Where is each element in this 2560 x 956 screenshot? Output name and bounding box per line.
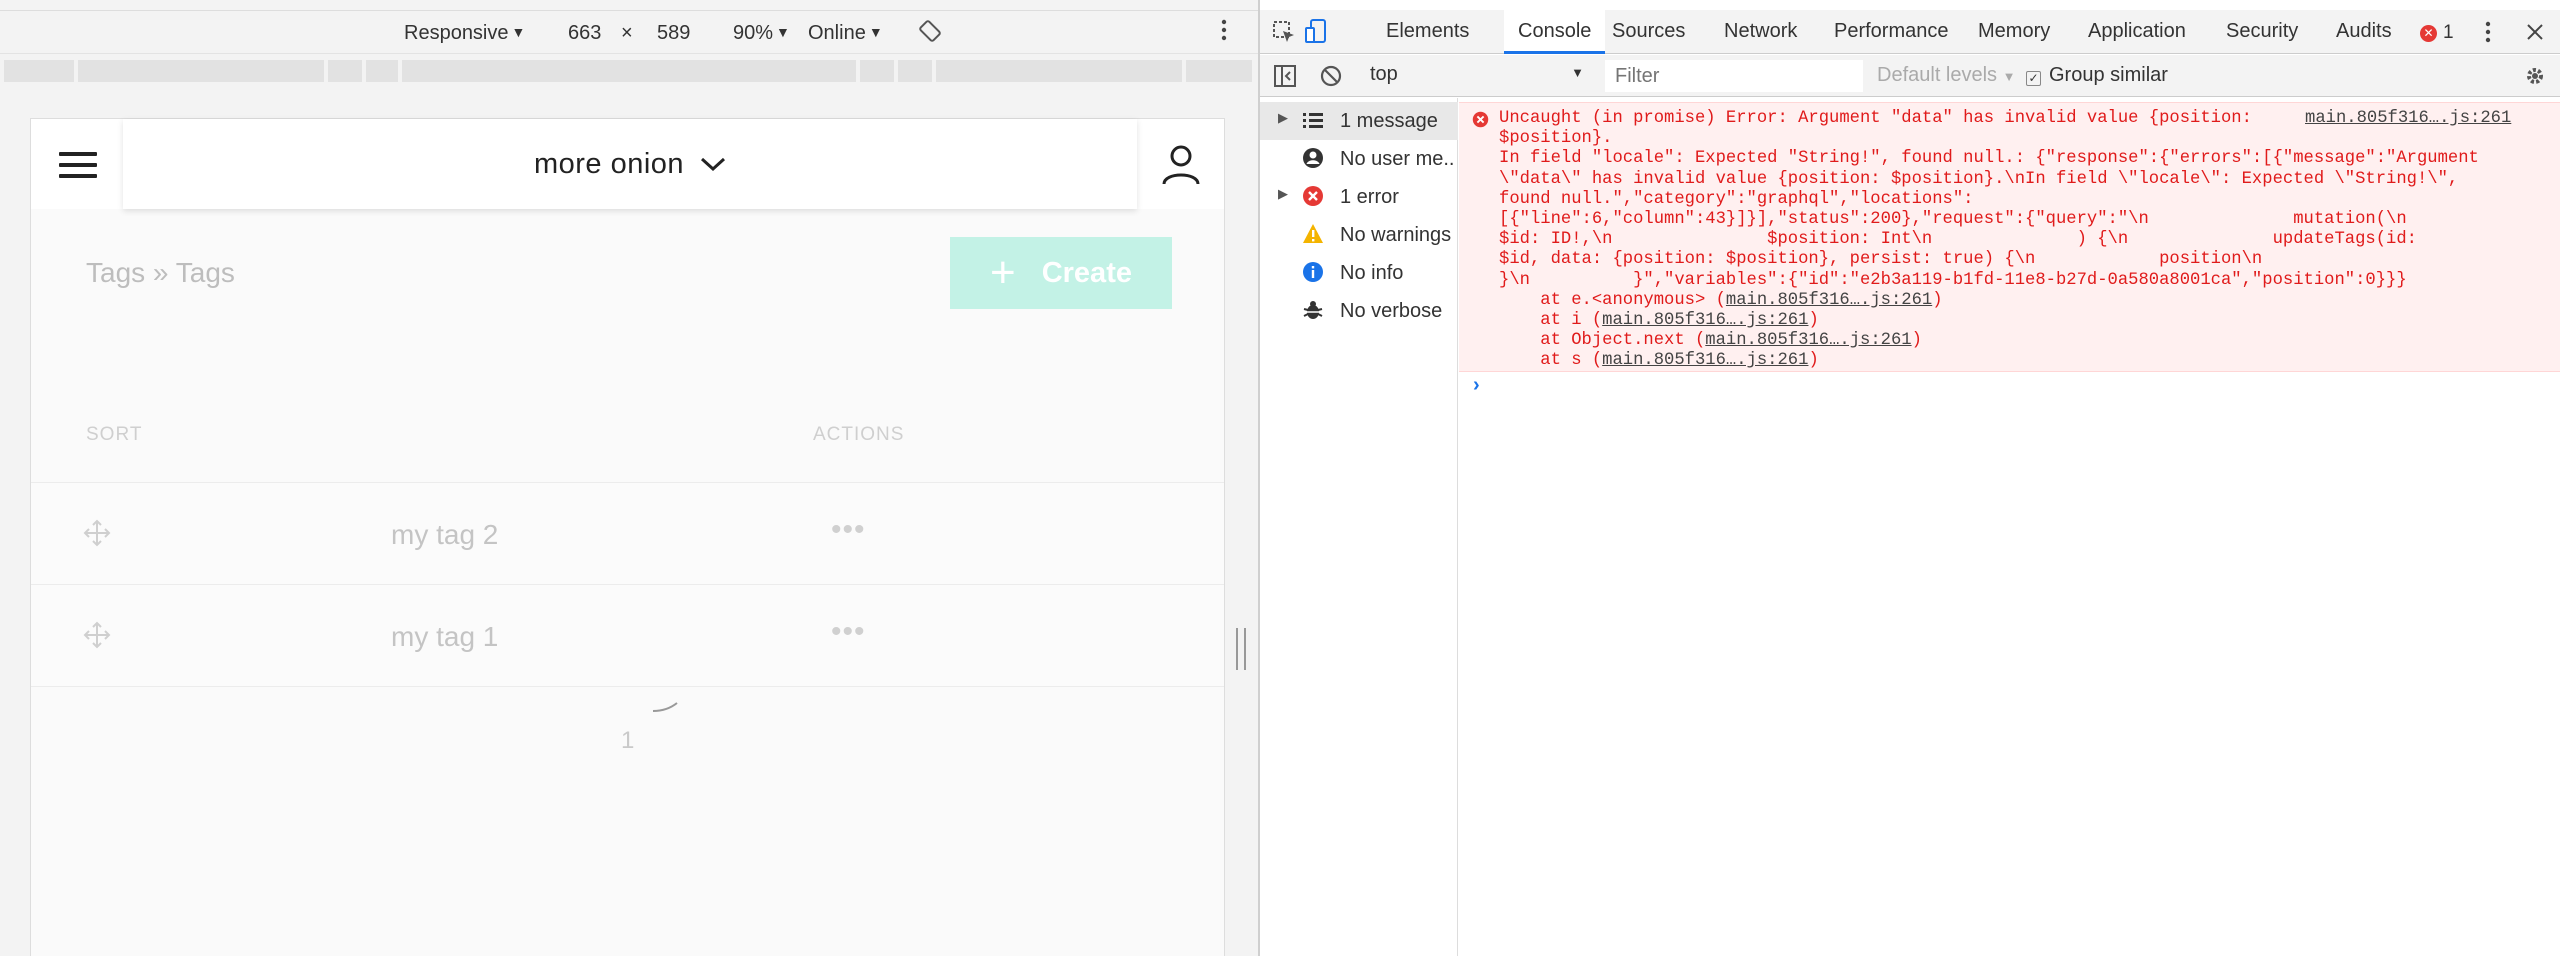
- stack-link[interactable]: main.805f316….js:261: [1602, 311, 1808, 330]
- sidebar-item-info[interactable]: No info: [1260, 254, 1458, 292]
- sidebar-item-label: 1 error: [1340, 186, 1399, 208]
- sidebar-item-warnings[interactable]: No warnings: [1260, 216, 1458, 254]
- source-link[interactable]: main.805f316….js:261: [2299, 109, 2512, 128]
- header-title: more onion: [533, 147, 685, 180]
- console-prompt[interactable]: ›: [1473, 374, 1480, 397]
- height-input[interactable]: 589: [657, 22, 690, 45]
- resize-handle[interactable]: [1236, 628, 1246, 670]
- expand-arrow-icon[interactable]: ▶: [1278, 186, 1288, 202]
- network-select[interactable]: Online ▼: [808, 22, 883, 45]
- console-sidebar: ▶ 1 message No user me... ▶ 1 error No w…: [1260, 98, 1458, 956]
- device-pane: Responsive ▼ 663 × 589 90% ▼ Online ▼ mo…: [0, 0, 1258, 956]
- tab-audits[interactable]: Audits: [2336, 20, 2392, 43]
- error-message: Uncaught (in promise) Error: Argument "d…: [1459, 102, 2560, 372]
- devtools-tabbar: Elements Console Sources Network Perform…: [1260, 10, 2560, 54]
- app-header: more onion: [31, 119, 1224, 209]
- screen: Responsive ▼ 663 × 589 90% ▼ Online ▼ mo…: [0, 0, 2560, 956]
- device-select[interactable]: Responsive ▼: [404, 22, 525, 45]
- user-messages-icon: [1303, 148, 1323, 168]
- emulated-viewport: more onion Tags » Tags + Create SORT ACT…: [30, 118, 1225, 956]
- width-input[interactable]: 663: [568, 22, 601, 45]
- list-icon: [1303, 113, 1323, 128]
- move-icon[interactable]: [83, 621, 111, 649]
- sidebar-item-messages[interactable]: ▶ 1 message: [1260, 102, 1458, 140]
- inspect-icon[interactable]: [1272, 20, 1296, 44]
- context-select[interactable]: top ▼: [1370, 63, 1588, 89]
- error-text: Uncaught (in promise) Error: Argument "d…: [1499, 109, 2479, 371]
- user-icon[interactable]: [1161, 144, 1201, 186]
- sidebar-item-errors[interactable]: ▶ 1 error: [1260, 178, 1458, 216]
- kebab-icon[interactable]: [1220, 17, 1228, 49]
- warning-icon: [1303, 224, 1323, 243]
- verbose-icon: [1303, 301, 1323, 319]
- devtools-panel: Elements Console Sources Network Perform…: [1260, 0, 2560, 956]
- page-number[interactable]: 1: [621, 727, 634, 755]
- breadcrumb: Tags » Tags: [86, 257, 235, 288]
- create-label: Create: [1041, 256, 1132, 289]
- stack-link[interactable]: main.805f316….js:261: [1705, 331, 1911, 350]
- console-toolbar: top▼ Default levels ▼ ✓Group similar: [1260, 55, 2560, 97]
- zoom-select[interactable]: 90% ▼: [733, 22, 790, 45]
- group-similar-checkbox[interactable]: ✓ Group similar: [2026, 64, 2168, 87]
- tab-security[interactable]: Security: [2226, 20, 2298, 43]
- media-query-bars[interactable]: [4, 60, 1254, 82]
- table-row: my tag 1 •••: [31, 584, 1224, 686]
- tab-elements[interactable]: Elements: [1386, 20, 1469, 43]
- stack-link[interactable]: main.805f316….js:261: [1602, 351, 1808, 370]
- error-icon: [1303, 186, 1323, 206]
- tab-application[interactable]: Application: [2088, 20, 2186, 43]
- tag-name: my tag 2: [391, 519, 499, 550]
- more-actions-icon[interactable]: •••: [831, 513, 866, 547]
- chevron-down-icon: [701, 157, 726, 172]
- rotate-icon[interactable]: [918, 19, 942, 49]
- clear-console-icon[interactable]: [1320, 65, 1342, 87]
- loading-spinner-icon: [652, 702, 678, 712]
- column-actions: ACTIONS: [813, 424, 905, 445]
- plus-icon: +: [990, 248, 1016, 297]
- filter-input[interactable]: [1605, 60, 1863, 92]
- move-icon[interactable]: [83, 519, 111, 547]
- info-icon: [1303, 262, 1323, 282]
- sidebar-item-label: No user me...: [1340, 148, 1455, 170]
- device-icon[interactable]: [1304, 18, 1328, 46]
- device-toolbar: Responsive ▼ 663 × 589 90% ▼ Online ▼: [0, 10, 1258, 54]
- error-counter[interactable]: ✕ 1: [2420, 22, 2454, 44]
- tab-performance[interactable]: Performance: [1834, 20, 1949, 43]
- tab-console[interactable]: Console: [1504, 10, 1606, 54]
- hamburger-icon[interactable]: [59, 152, 97, 178]
- sidebar-item-label: No warnings: [1340, 224, 1452, 246]
- sidebar-item-label: 1 message: [1340, 110, 1438, 132]
- sidebar-item-user-messages[interactable]: No user me...: [1260, 140, 1458, 178]
- more-actions-icon[interactable]: •••: [831, 615, 866, 649]
- close-icon[interactable]: [2525, 22, 2545, 42]
- dimension-times: ×: [621, 22, 633, 44]
- sidebar-item-label: No verbose: [1340, 300, 1443, 322]
- levels-select[interactable]: Default levels ▼: [1877, 64, 2016, 87]
- expand-arrow-icon[interactable]: ▶: [1278, 110, 1288, 126]
- gear-icon[interactable]: [2524, 65, 2546, 87]
- error-icon: [1472, 111, 1489, 128]
- context-switcher[interactable]: more onion: [123, 119, 1137, 209]
- tab-network[interactable]: Network: [1724, 20, 1797, 43]
- error-icon: ✕: [2420, 25, 2437, 42]
- tab-sources[interactable]: Sources: [1612, 20, 1685, 43]
- table-row: my tag 2 •••: [31, 482, 1224, 584]
- sidebar-toggle-icon[interactable]: [1274, 65, 1296, 87]
- create-button[interactable]: + Create: [950, 237, 1172, 309]
- sidebar-item-verbose[interactable]: No verbose: [1260, 292, 1458, 330]
- table-divider: [31, 686, 1224, 687]
- tab-memory[interactable]: Memory: [1978, 20, 2050, 43]
- kebab-icon[interactable]: [2484, 19, 2492, 45]
- tag-name: my tag 1: [391, 621, 499, 652]
- column-sort: SORT: [86, 424, 143, 445]
- stack-link[interactable]: main.805f316….js:261: [1726, 291, 1932, 310]
- console-output: Uncaught (in promise) Error: Argument "d…: [1459, 98, 2560, 956]
- sidebar-item-label: No info: [1340, 262, 1404, 284]
